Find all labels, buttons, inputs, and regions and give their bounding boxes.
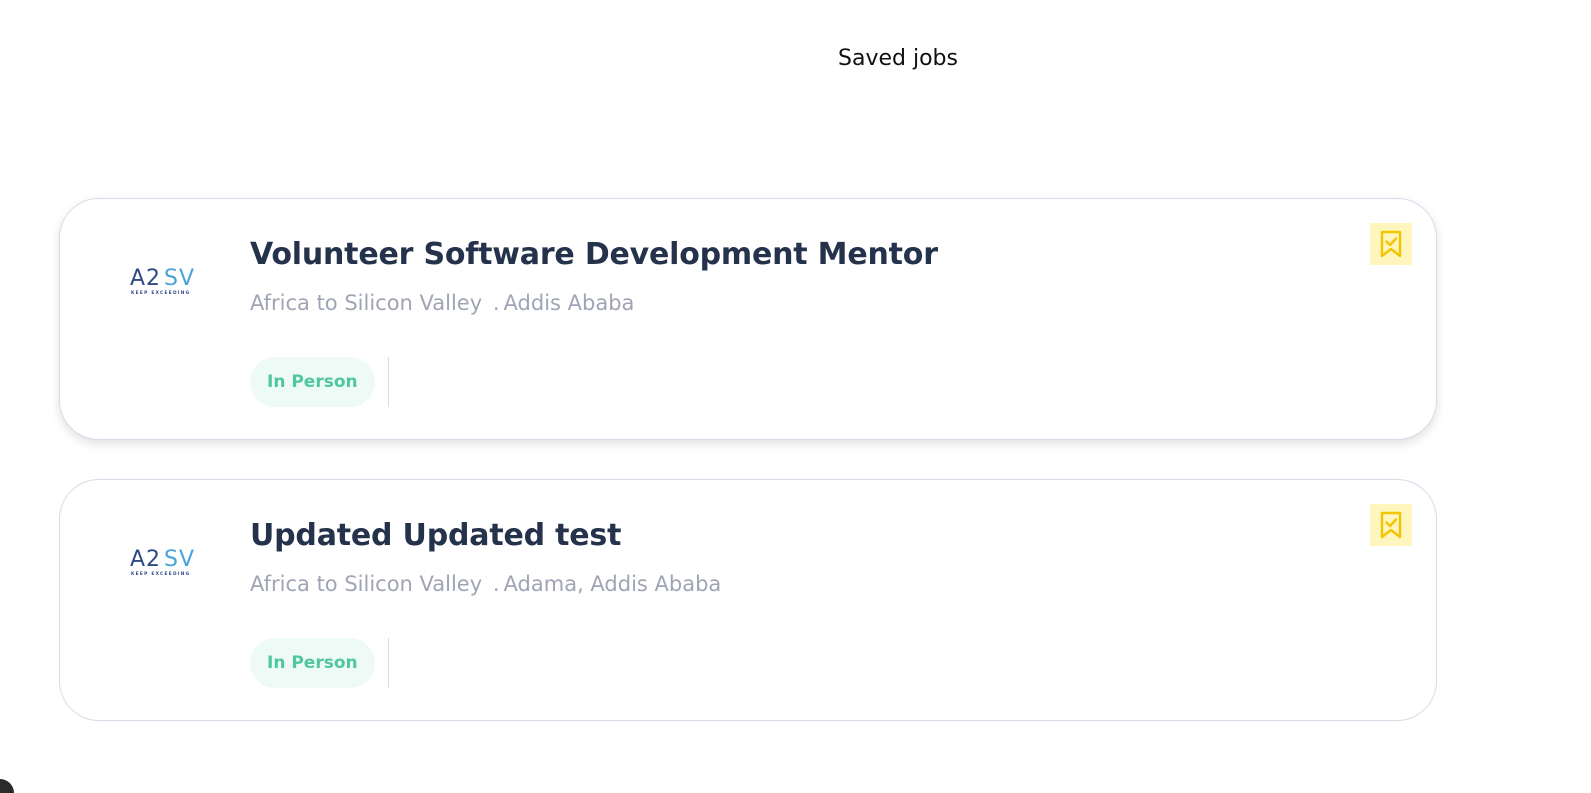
bookmark-check-icon	[1380, 230, 1402, 258]
tag-divider	[387, 357, 389, 407]
page-title: Saved jobs	[838, 46, 958, 71]
job-card[interactable]: A2 SV KEEP EXCEEDING Volunteer Software …	[59, 198, 1437, 440]
company-name: Africa to Silicon Valley	[250, 291, 483, 315]
bookmark-check-icon	[1380, 511, 1402, 539]
job-card[interactable]: A2 SV KEEP EXCEEDING Updated Updated tes…	[59, 479, 1437, 721]
tag-divider	[387, 638, 389, 688]
job-location: Addis Ababa	[503, 291, 635, 315]
svg-text:A2: A2	[130, 266, 161, 291]
job-location: Adama, Addis Ababa	[503, 572, 722, 596]
bookmark-button[interactable]	[1370, 504, 1412, 546]
job-company-location: Africa to Silicon Valley . Addis Ababa	[250, 291, 634, 315]
svg-text:SV: SV	[164, 547, 195, 572]
tag-in-person: In Person	[250, 638, 375, 688]
bookmark-button[interactable]	[1370, 223, 1412, 265]
tag-row: In Person	[250, 357, 389, 407]
floating-action-badge[interactable]	[0, 779, 14, 793]
company-name: Africa to Silicon Valley	[250, 572, 483, 596]
job-title[interactable]: Updated Updated test	[250, 518, 621, 553]
job-title[interactable]: Volunteer Software Development Mentor	[250, 237, 938, 272]
svg-text:SV: SV	[164, 266, 195, 291]
job-company-location: Africa to Silicon Valley . Adama, Addis A…	[250, 572, 721, 596]
tag-row: In Person	[250, 638, 389, 688]
logo-tagline: KEEP EXCEEDING	[131, 571, 190, 577]
svg-text:A2: A2	[130, 547, 161, 572]
a2sv-logo-icon: A2 SV KEEP EXCEEDING	[128, 542, 198, 582]
a2sv-logo-icon: A2 SV KEEP EXCEEDING	[128, 261, 198, 301]
saved-jobs-page: Saved jobs A2 SV KEEP EXCEEDING Voluntee…	[0, 0, 1591, 793]
tag-in-person: In Person	[250, 357, 375, 407]
separator: .	[492, 572, 500, 596]
logo-tagline: KEEP EXCEEDING	[131, 290, 190, 296]
separator: .	[492, 291, 500, 315]
